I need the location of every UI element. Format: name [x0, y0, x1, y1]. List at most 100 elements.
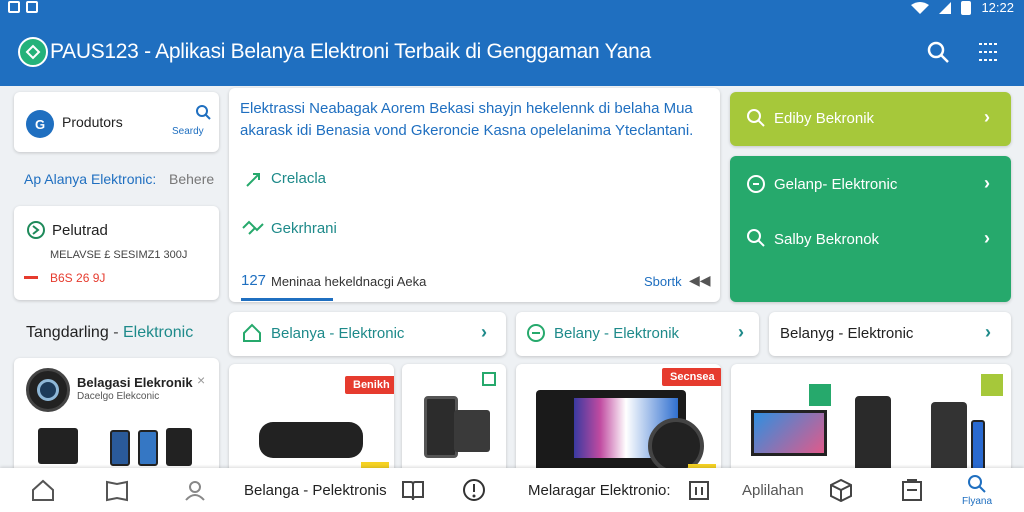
category-heading: Tangdarling - Elektronic	[26, 324, 194, 341]
sale-tag: Secnsea	[662, 368, 721, 386]
product-subtitle: MELAVSE £ SESIMZ1 300J	[50, 249, 188, 261]
product-title: Pelutrad	[52, 222, 108, 239]
footer-text: Meninaa hekeldnacgi Aeka	[271, 274, 427, 289]
product-tile-2[interactable]	[402, 364, 506, 474]
speaker-image	[166, 428, 192, 466]
promo-card[interactable]: Belagasi Elekronik Dacelgo Elekconic ×	[14, 358, 219, 476]
category-pill-2[interactable]: Belany - Elektronik ›	[516, 312, 759, 356]
monitor-image	[751, 410, 827, 456]
bottom-nav: Belanga - Pelektronis Melaragar Elektron…	[0, 468, 1024, 512]
search-icon	[968, 474, 986, 493]
circle-arrow-icon	[527, 324, 545, 342]
app-title: PAUS123 - Aplikasi Belanya Elektroni Ter…	[50, 40, 651, 63]
search-icon	[747, 109, 765, 127]
tag-icon	[809, 384, 831, 406]
category-pill-3[interactable]: Belanyg - Elektronic ›	[769, 312, 1011, 356]
sale-tag: Benikh	[345, 376, 394, 394]
green-menu-card: Gelanp- Elektronic › Salby Bekronok ›	[730, 156, 1011, 302]
chevron-right-icon: ›	[984, 107, 990, 127]
product-tile-1[interactable]: Benikh	[229, 364, 394, 474]
status-bar: 12:22	[0, 0, 1024, 18]
chevron-right-icon: ›	[738, 322, 744, 342]
tag-icon	[981, 374, 1003, 396]
app-bar: 12:22 PAUS123 - Aplikasi Belanya Elektro…	[0, 0, 1024, 86]
promo-title: Belagasi Elekronik	[77, 375, 193, 390]
circle-arrow-icon	[747, 175, 765, 193]
nav-label-3[interactable]: Aplilahan	[742, 468, 804, 512]
price-marker	[24, 276, 38, 279]
green-item-1[interactable]: Gelanp- Elektronic	[774, 176, 897, 193]
phone-image	[138, 430, 158, 466]
nav-search-tab[interactable]: Flyana	[962, 468, 992, 512]
tag-icon	[482, 372, 496, 386]
arrow-circle-icon	[27, 221, 45, 239]
nav-profile-icon[interactable]	[182, 468, 208, 512]
section-more-link[interactable]: Behere	[169, 171, 214, 187]
status-time: 12:22	[981, 0, 1014, 15]
search-icon	[747, 229, 765, 247]
speaker-image	[931, 402, 967, 474]
search-icon[interactable]	[195, 104, 211, 120]
close-icon[interactable]: ×	[197, 372, 205, 388]
wifi-icon	[911, 1, 930, 14]
nav-calendar-icon[interactable]	[688, 468, 710, 512]
lime-item-label: Ediby Bekronik	[774, 110, 875, 127]
products-icon: G	[26, 110, 54, 138]
chevron-right-icon: ›	[985, 322, 991, 342]
nav-info-icon[interactable]	[462, 468, 486, 512]
nav-label-2[interactable]: Melaragar Elektronio:	[528, 468, 671, 512]
product-card[interactable]: Pelutrad MELAVSE £ SESIMZ1 300J B6S 26 9…	[14, 206, 219, 300]
nav-bookmark-icon[interactable]	[104, 468, 130, 512]
phone-image	[424, 396, 458, 458]
section-link[interactable]: Ap Alanya Elektronic:	[24, 171, 156, 187]
green-item-2[interactable]: Salby Bekronok	[774, 231, 879, 248]
notification-icon	[8, 1, 20, 13]
speaker-image	[38, 428, 78, 464]
nav-clipboard-icon[interactable]	[900, 468, 924, 512]
notification-icon	[26, 1, 38, 13]
camera-icon	[26, 368, 70, 412]
category-subheading: Elektronic	[122, 324, 194, 341]
footer-count: 127	[241, 272, 267, 289]
center-item-2[interactable]: Gekrhrani	[271, 220, 337, 237]
chevron-right-icon: ›	[481, 322, 487, 342]
battery-icon	[961, 0, 972, 15]
product-tile-3[interactable]: Secnsea	[516, 364, 721, 474]
footer-action[interactable]: Sbortk	[644, 274, 682, 289]
menu-icon[interactable]	[974, 38, 1002, 66]
center-item-1[interactable]: Crelacla	[271, 170, 326, 187]
nav-home-icon[interactable]	[30, 468, 56, 512]
products-card[interactable]: G Produtors Seardy	[14, 92, 219, 152]
handshake-icon	[242, 220, 264, 235]
app-logo	[18, 37, 48, 67]
phone-image	[110, 430, 130, 466]
product-price: B6S 26 9J	[50, 271, 106, 285]
search-label: Seardy	[172, 126, 204, 137]
phone-image	[971, 420, 985, 474]
active-indicator	[241, 298, 333, 301]
category-pill-1[interactable]: Belanya - Elektronic ›	[229, 312, 506, 356]
info-description: Elektrassi Neabagak Aorem Bekasi shayjn …	[240, 100, 694, 139]
pill-label: Belanya - Elektronic	[271, 325, 405, 342]
link-icon	[246, 173, 260, 187]
products-label: Produtors	[62, 114, 123, 130]
nav-book-icon[interactable]	[400, 468, 426, 512]
speaker-image	[259, 422, 363, 458]
search-icon[interactable]	[924, 38, 952, 66]
signal-icon	[939, 1, 952, 14]
info-card: Elektrassi Neabagak Aorem Bekasi shayjn …	[229, 88, 720, 302]
rewind-icon[interactable]: ◀◀	[689, 272, 711, 289]
nav-label-1[interactable]: Belanga - Pelektronis	[244, 468, 387, 512]
chevron-right-icon[interactable]: ›	[984, 228, 990, 249]
nav-box-icon[interactable]	[828, 468, 854, 512]
speaker-image	[855, 396, 891, 474]
pill-label: Belanyg - Elektronic	[780, 325, 914, 342]
tablet-image	[454, 410, 490, 452]
chevron-right-icon[interactable]: ›	[984, 173, 990, 194]
product-tile-4[interactable]	[731, 364, 1011, 474]
promo-subtitle: Dacelgo Elekconic	[77, 391, 160, 402]
nav-search-label: Flyana	[962, 495, 993, 507]
pill-label: Belany - Elektronik	[554, 325, 680, 342]
lime-menu-item[interactable]: Ediby Bekronik ›	[730, 92, 1011, 146]
home-icon	[243, 323, 261, 342]
